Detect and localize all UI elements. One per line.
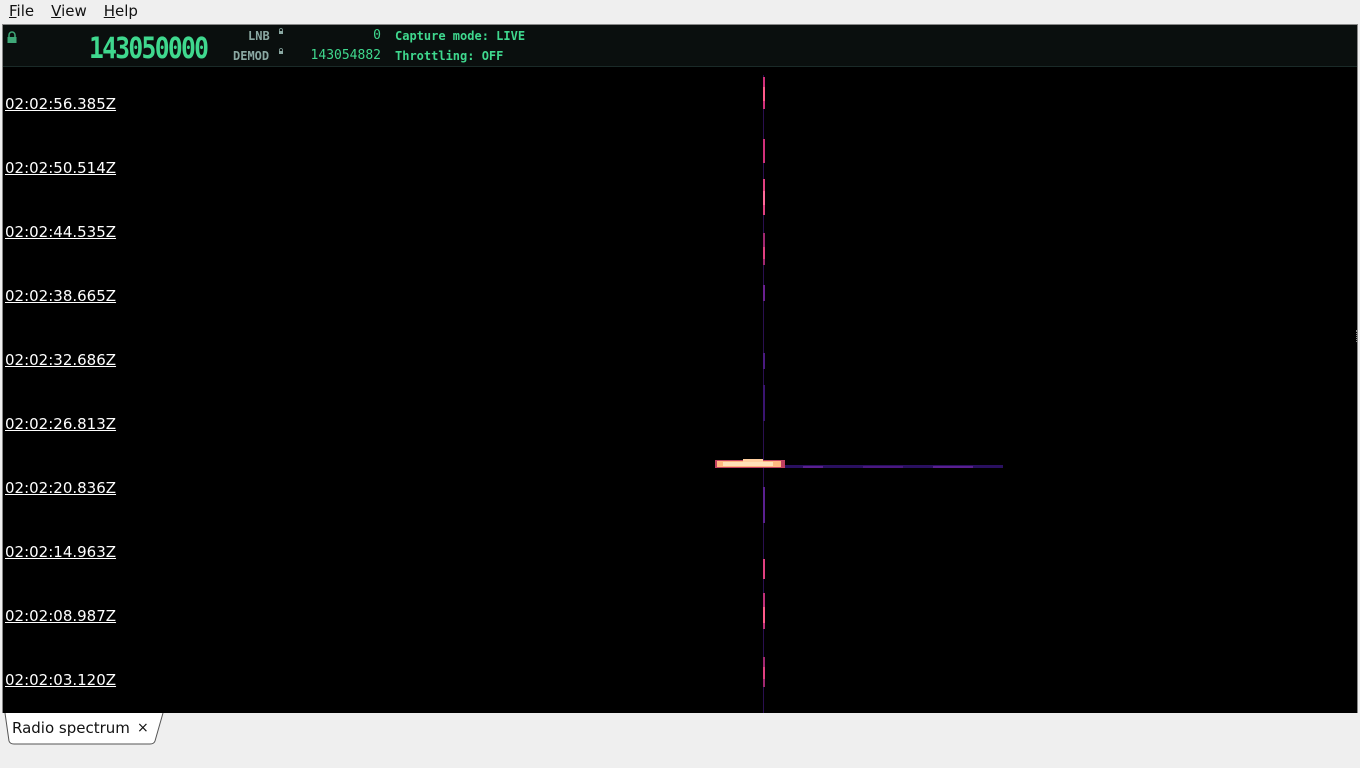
- menu-file[interactable]: File: [0, 0, 42, 22]
- menu-view[interactable]: View: [42, 0, 95, 22]
- spectrum-panel: 143050000 LNB 0 DEMOD 143054882 Capture …: [2, 24, 1358, 715]
- demod-label: DEMOD: [233, 49, 270, 63]
- demod-lock-icon[interactable]: [278, 48, 284, 54]
- timestamp-label[interactable]: 02:02:03.120Z: [5, 671, 116, 689]
- throttling-status: Throttling: OFF: [395, 49, 504, 63]
- close-icon[interactable]: ×: [137, 719, 149, 737]
- demod-value[interactable]: 143054882: [303, 49, 381, 63]
- lnb-lock-icon[interactable]: [278, 28, 284, 34]
- menu-bar: File View Help: [0, 0, 1360, 22]
- tab-label: Radio spectrum: [12, 719, 130, 737]
- timestamp-label[interactable]: 02:02:20.836Z: [5, 479, 116, 497]
- timestamp-label[interactable]: 02:02:50.514Z: [5, 159, 116, 177]
- timestamp-label[interactable]: 02:02:08.987Z: [5, 607, 116, 625]
- waterfall-display[interactable]: 02:02:56.385Z 02:02:50.514Z 02:02:44.535…: [3, 67, 1357, 714]
- lnb-label: LNB: [248, 29, 270, 43]
- timestamp-label[interactable]: 02:02:38.665Z: [5, 287, 116, 305]
- tab-bar: Radio spectrum ×: [0, 713, 1360, 768]
- lock-icon[interactable]: [6, 31, 18, 43]
- timestamp-label[interactable]: 02:02:26.813Z: [5, 415, 116, 433]
- main-frequency-display[interactable]: 143050000: [89, 33, 209, 63]
- timestamp-label[interactable]: 02:02:14.963Z: [5, 543, 116, 561]
- capture-mode-status: Capture mode: LIVE: [395, 29, 526, 43]
- lnb-value[interactable]: 0: [303, 29, 381, 43]
- tab-radio-spectrum[interactable]: Radio spectrum ×: [4, 713, 164, 745]
- waterfall-signal: [715, 75, 1003, 714]
- timestamp-label[interactable]: 02:02:44.535Z: [5, 223, 116, 241]
- timestamp-label[interactable]: 02:02:32.686Z: [5, 351, 116, 369]
- menu-help[interactable]: Help: [95, 0, 146, 22]
- resize-handle[interactable]: [1356, 330, 1359, 342]
- timestamp-label[interactable]: 02:02:56.385Z: [5, 95, 116, 113]
- frequency-header: 143050000 LNB 0 DEMOD 143054882 Capture …: [3, 25, 1357, 67]
